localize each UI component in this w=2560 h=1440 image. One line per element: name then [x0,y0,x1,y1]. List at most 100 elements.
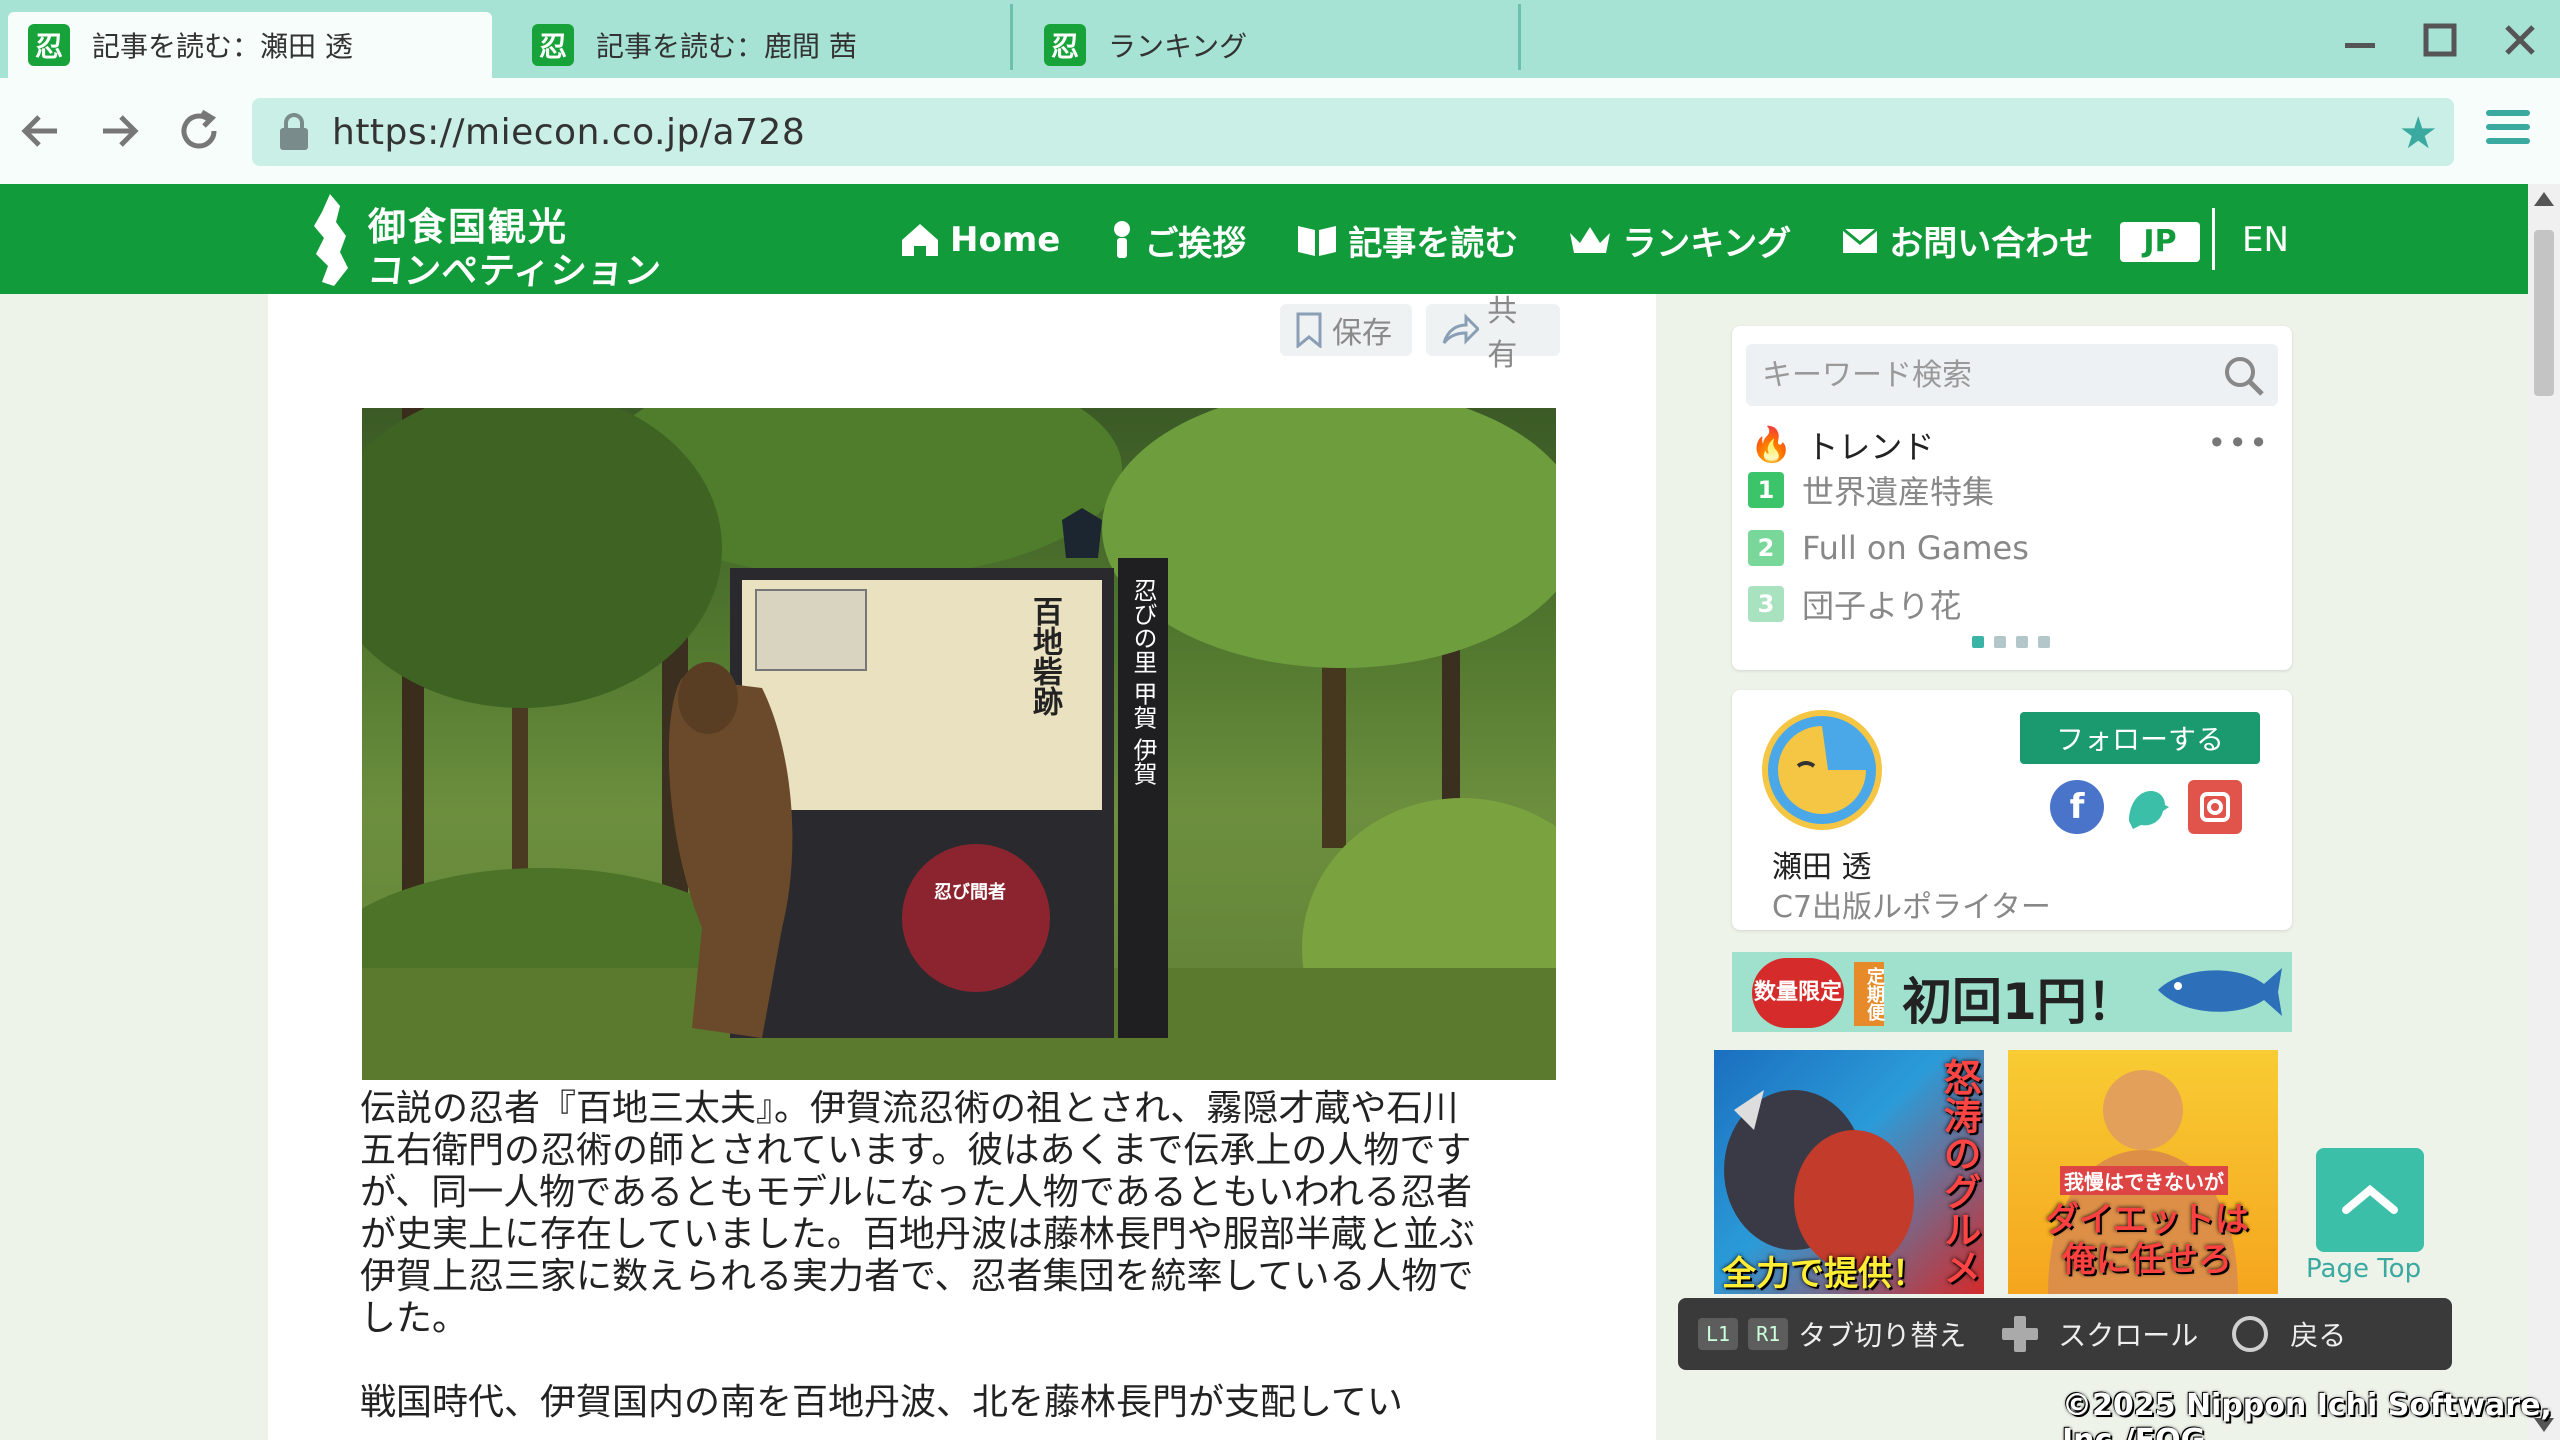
fire-icon: 🔥 [1750,425,1793,465]
arrow-right-icon [103,115,139,147]
search-input[interactable] [1746,344,2206,406]
url-text: https://miecon.co.jp/a728 [332,112,806,153]
scroll-hint: スクロール [2000,1314,2198,1354]
ninja-signboard-photo [362,408,1556,1080]
writer-name: 瀬田 透 [1772,850,1872,885]
bird-sns-icon[interactable] [2118,780,2172,834]
hint-label: タブ切り替え [1798,1319,1967,1352]
arrow-left-icon [21,115,57,147]
search-box [1746,344,2278,406]
site-favicon-icon: 忍 [28,24,70,66]
article-paragraph: 伝説の忍者『百地三太夫』。伊賀流忍術の祖とされ、霧隠才蔵や石川五右衛門の忍術の師… [360,1088,1475,1339]
nav-greeting[interactable]: ご挨拶 [1110,216,1246,265]
copyright-notice: ©2025 Nippon Ichi Software, Inc./FOG [2062,1388,2552,1440]
ad-headline: ダイエットは俺に任せろ [2045,1200,2249,1280]
site-logo[interactable]: 御食国観光 コンペティション [300,192,730,292]
lang-jp-button[interactable]: JP [2120,222,2200,262]
trend-item[interactable]: 3 団子より花 [1748,584,1961,625]
sign-badge: 忍び間者 [934,882,1006,903]
nav-home[interactable]: Home [900,220,1060,260]
trend-item[interactable]: 2 Full on Games [1748,528,2029,568]
person-icon [1114,221,1131,258]
mail-icon [1842,227,1879,253]
browser-tab-bar: 忍 記事を読む：瀬田 透 忍 記事を読む：鹿間 茜 忍 ランキング [0,0,2560,78]
nav-read-articles[interactable]: 記事を読む [1296,216,1518,265]
reload-button[interactable] [166,98,232,164]
minimize-button[interactable] [2334,14,2386,66]
more-options-icon[interactable]: ••• [2207,424,2270,462]
ad-subline: 全力で提供！ [1722,1254,1926,1294]
page-scrollbar[interactable] [2528,184,2560,1440]
fish-icon [2158,968,2282,1016]
search-icon[interactable] [2222,354,2266,398]
bird-icon [2129,791,2169,829]
writer-role: C7出版ルポライター [1772,890,2051,925]
nav-ranking[interactable]: ランキング [1568,216,1791,265]
gourmet-ad[interactable]: 怒涛のグルメ 全力で提供！ [1714,1050,1984,1294]
ad-headline: 怒涛のグルメ [1937,1058,1981,1286]
share-button[interactable]: 共有 [1426,294,1560,373]
r1-button-icon: R1 [1748,1318,1789,1350]
tab-switch-hint: L1 R1 タブ切り替え [1698,1314,1966,1354]
lock-icon [280,113,308,150]
nav-label: ご挨拶 [1144,223,1247,264]
tab-ranking[interactable]: 忍 ランキング [1024,12,1514,78]
carousel-dots[interactable] [1972,636,2060,648]
instagram-icon[interactable] [2188,780,2242,834]
nav-label: 記事を読む [1348,223,1519,264]
bookmark-star-icon[interactable]: ★ [2399,108,2438,159]
logo-subtitle: コンペティション [365,251,664,292]
circle-button-icon [2232,1316,2269,1352]
ad-tagline: 我慢はできないが [2060,1166,2228,1195]
page-top-button[interactable] [2316,1148,2424,1252]
close-window-button[interactable] [2494,14,2546,66]
crown-icon [1570,227,1611,253]
minimize-icon [2345,43,2375,48]
diet-ad[interactable]: 我慢はできないが ダイエットは俺に任せろ [2008,1050,2278,1294]
site-navigation: Home ご挨拶 記事を読む ランキング お問い合わせ [900,212,2143,268]
maximize-button[interactable] [2414,14,2466,66]
browser-menu-button[interactable] [2478,102,2538,162]
trend-label: Full on Games [1802,529,2029,567]
banner-headline: 初回1円！ [1902,973,2137,1031]
l1-button-icon: L1 [1698,1318,1739,1350]
controller-hint-bar: L1 R1 タブ切り替え スクロール 戻る [1678,1298,2452,1370]
dpad-icon [2002,1316,2039,1352]
rank-badge: 1 [1748,472,1784,508]
promo-banner[interactable]: 数量限定 定期便 初回1円！ [1732,952,2292,1032]
site-favicon-icon: 忍 [1044,24,1086,66]
hint-label: 戻る [2290,1319,2347,1352]
lang-en-button[interactable]: EN [2242,220,2289,260]
follow-button[interactable]: フォローする [2020,712,2260,764]
avatar[interactable] [1762,710,1882,830]
trend-label: 世界遺産特集 [1802,473,1995,511]
scroll-up-arrow-icon[interactable] [2534,192,2554,206]
scroll-thumb[interactable] [2534,230,2554,396]
lang-divider [2212,208,2215,270]
forward-button[interactable] [86,98,152,164]
tab-article-seta[interactable]: 忍 記事を読む：瀬田 透 [8,12,492,78]
limited-seal: 数量限定 [1752,958,1844,1028]
subscription-tag: 定期便 [1854,962,1885,1026]
bookmark-icon [1296,312,1322,348]
save-button[interactable]: 保存 [1280,304,1412,356]
back-hint: 戻る [2232,1314,2346,1354]
close-icon [2505,25,2535,55]
sign-vertical-caption: 忍びの里 甲賀 伊賀 [1129,578,1157,786]
rank-badge: 2 [1748,530,1784,566]
back-button[interactable] [8,98,74,164]
tab-divider [1518,4,1521,70]
trend-title: トレンド [1806,428,1935,466]
trend-item[interactable]: 1 世界遺産特集 [1748,470,1995,511]
nav-contact[interactable]: お問い合わせ [1841,216,2093,265]
nav-label: ランキング [1622,223,1792,264]
maximize-icon [2423,23,2457,57]
address-bar[interactable]: https://miecon.co.jp/a728 ★ [252,98,2454,166]
rank-badge: 3 [1748,586,1784,622]
nav-label: お問い合わせ [1889,223,2094,264]
tab-label: 記事を読む：瀬田 透 [92,30,353,63]
facebook-icon[interactable]: f [2050,780,2104,834]
site-favicon-icon: 忍 [532,24,574,66]
browser-navigation-bar: https://miecon.co.jp/a728 ★ [0,78,2560,184]
tab-article-shikama[interactable]: 忍 記事を読む：鹿間 茜 [512,12,1008,78]
